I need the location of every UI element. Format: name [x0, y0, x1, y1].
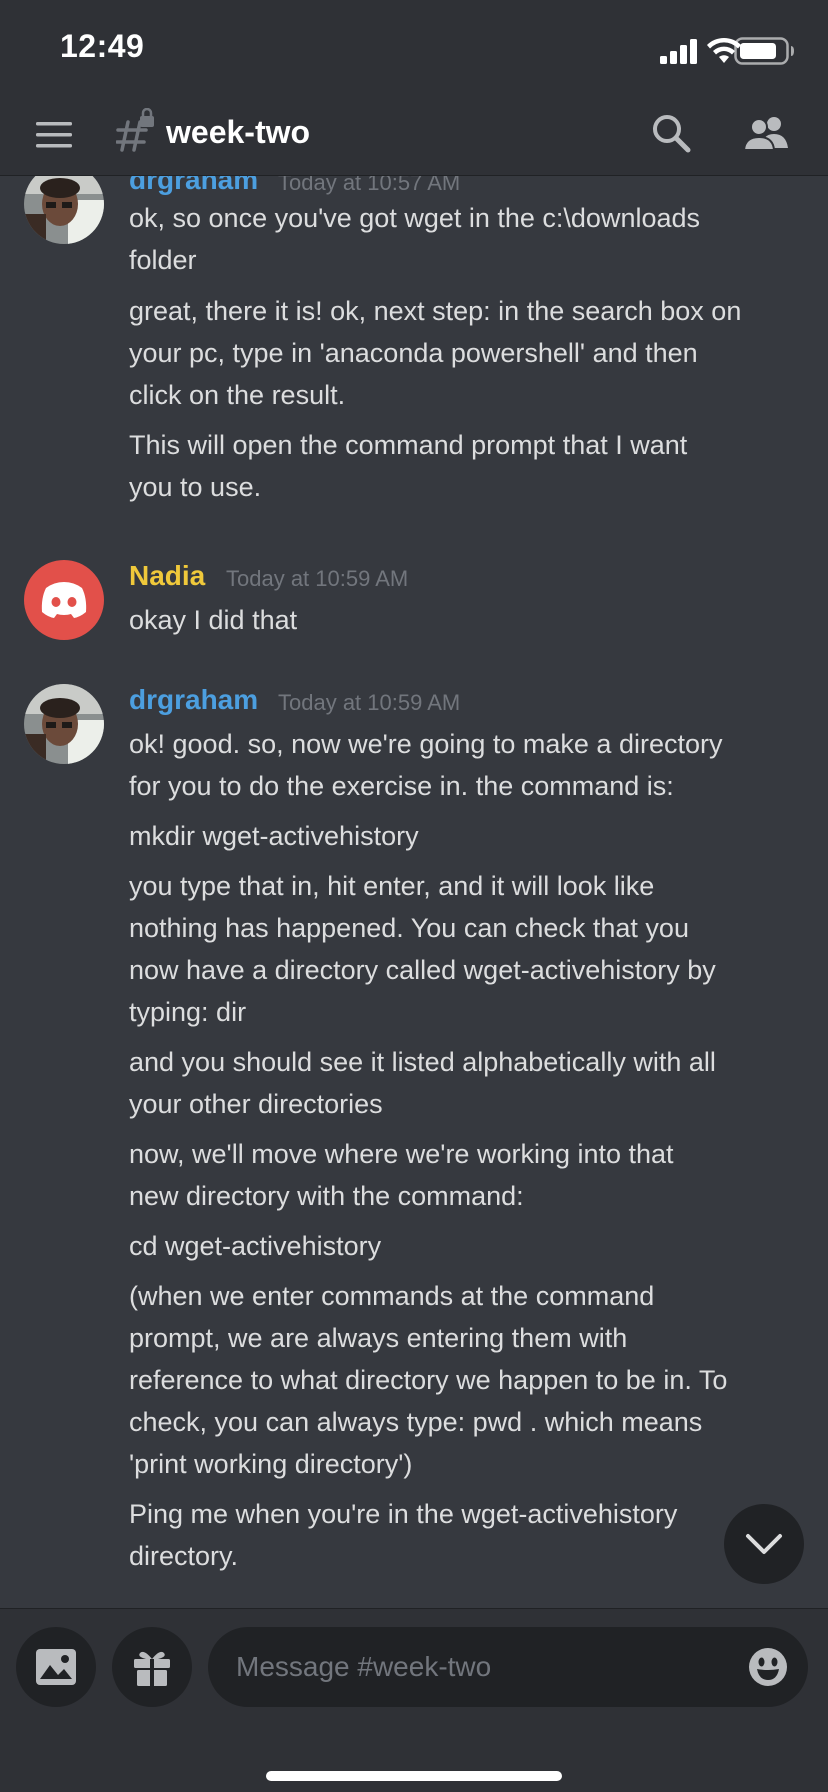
message-text: This will open the command prompt that I… — [129, 430, 688, 460]
message-text: directory. — [129, 1541, 239, 1571]
message-text: 'print working directory') — [129, 1449, 413, 1479]
message-text: now, we'll move where we're working into… — [129, 1139, 674, 1169]
members-icon[interactable] — [742, 112, 792, 154]
message-text: your pc, type in 'anaconda powershell' a… — [129, 338, 698, 368]
channel-header: week-two — [0, 96, 828, 176]
status-time: 12:49 — [60, 28, 145, 64]
status-bar: 12:49 — [0, 0, 828, 96]
message-text: for you to do the exercise in. the comma… — [129, 771, 674, 801]
message-text: and you should see it listed alphabetica… — [129, 1047, 716, 1077]
locked-hash-icon — [116, 108, 154, 152]
message-text: Ping me when you're in the wget-activehi… — [129, 1499, 678, 1529]
message-timestamp: Today at 10:57 AM — [278, 176, 461, 195]
chevron-down-icon — [746, 1534, 782, 1554]
author-name[interactable]: Nadia — [129, 560, 205, 592]
message-list[interactable]: drgraham Today at 10:57 AM ok, so once y… — [0, 176, 828, 1608]
message-text: folder — [129, 245, 197, 275]
message-text: your other directories — [129, 1089, 383, 1119]
author-name[interactable]: drgraham — [129, 684, 258, 716]
message-text: typing: dir — [129, 997, 247, 1027]
avatar[interactable] — [24, 684, 104, 764]
channel-name: week-two — [166, 114, 311, 150]
message-text: nothing has happened. You can check that… — [129, 913, 689, 943]
signal-icon — [660, 39, 697, 64]
message-text: ok, so once you've got wget in the c:\do… — [129, 203, 701, 233]
message-text: check, you can always type: pwd . which … — [129, 1407, 703, 1437]
user-photo-icon — [24, 176, 104, 244]
discord-logo-icon — [41, 582, 87, 618]
gift-button[interactable] — [112, 1627, 192, 1707]
message-text: reference to what directory we happen to… — [129, 1365, 728, 1395]
gift-icon — [134, 1651, 170, 1686]
message-timestamp: Today at 10:59 AM — [278, 690, 461, 715]
attach-image-button[interactable] — [16, 1627, 96, 1707]
battery-icon — [734, 37, 794, 65]
search-icon[interactable] — [650, 112, 692, 154]
message-composer — [0, 1608, 828, 1792]
message-text: (when we enter commands at the command — [129, 1281, 655, 1311]
message-text: now have a directory called wget-activeh… — [129, 955, 716, 985]
message-text: you to use. — [129, 472, 262, 502]
message-text: mkdir wget-activehistory — [129, 821, 419, 851]
message-timestamp: Today at 10:59 AM — [226, 566, 409, 591]
jump-to-bottom-button[interactable] — [724, 1504, 804, 1584]
message-text: cd wget-activehistory — [129, 1231, 382, 1261]
jump-to-bottom — [724, 1504, 828, 1584]
avatar[interactable] — [24, 176, 104, 244]
image-icon — [36, 1649, 76, 1685]
message-input[interactable] — [208, 1627, 808, 1707]
avatar[interactable] — [24, 560, 104, 640]
message-text: okay I did that — [129, 605, 298, 635]
message-text: prompt, we are always entering them with — [129, 1323, 628, 1353]
author-name[interactable]: drgraham — [129, 176, 258, 196]
user-photo-icon — [24, 684, 104, 764]
message-text: new directory with the command: — [129, 1181, 524, 1211]
emoji-icon[interactable] — [748, 1647, 788, 1687]
home-indicator — [266, 1771, 562, 1781]
hamburger-icon[interactable] — [34, 118, 74, 152]
message-text: you type that in, hit enter, and it will… — [129, 871, 655, 901]
message-text: click on the result. — [129, 380, 346, 410]
message-text: ok! good. so, now we're going to make a … — [129, 729, 723, 759]
message-text: great, there it is! ok, next step: in th… — [129, 296, 742, 326]
